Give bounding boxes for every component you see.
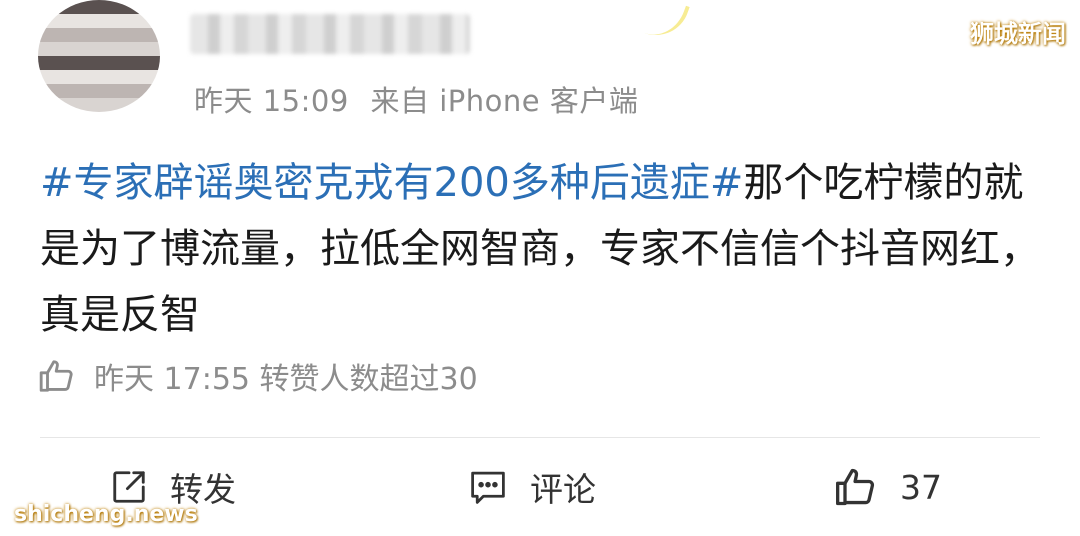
share-icon <box>113 471 145 503</box>
username-blurred[interactable] <box>190 14 470 54</box>
thumbs-up-icon <box>836 468 875 506</box>
comment-label: 评论 <box>530 470 596 509</box>
comment-button[interactable]: 评论 <box>468 460 596 514</box>
avatar[interactable] <box>38 0 160 112</box>
watermark-bottom: shicheng.news <box>14 502 198 527</box>
hashtag-link[interactable]: #专家辟谣奥密克戎有200多种后遗症# <box>40 160 743 206</box>
comment-icon <box>471 471 505 504</box>
post-source: 来自 iPhone 客户端 <box>370 84 639 118</box>
stats-row: 昨天 17:55 转赞人数超过30 <box>38 352 478 400</box>
screen-glare <box>644 0 690 45</box>
stats-text: 昨天 17:55 转赞人数超过30 <box>94 362 478 397</box>
watermark-top: 狮城新闻 <box>970 20 1066 48</box>
divider <box>40 437 1040 438</box>
like-count: 37 <box>900 467 942 507</box>
post-time: 昨天 15:09 <box>194 84 349 118</box>
thumbs-up-icon <box>39 360 73 392</box>
like-button[interactable]: 37 <box>834 460 942 514</box>
post-content: #专家辟谣奥密克戎有200多种后遗症#那个吃柠檬的就是为了博流量，拉低全网智商，… <box>40 150 1040 348</box>
post-meta: 昨天 15:09 来自 iPhone 客户端 <box>194 78 638 120</box>
